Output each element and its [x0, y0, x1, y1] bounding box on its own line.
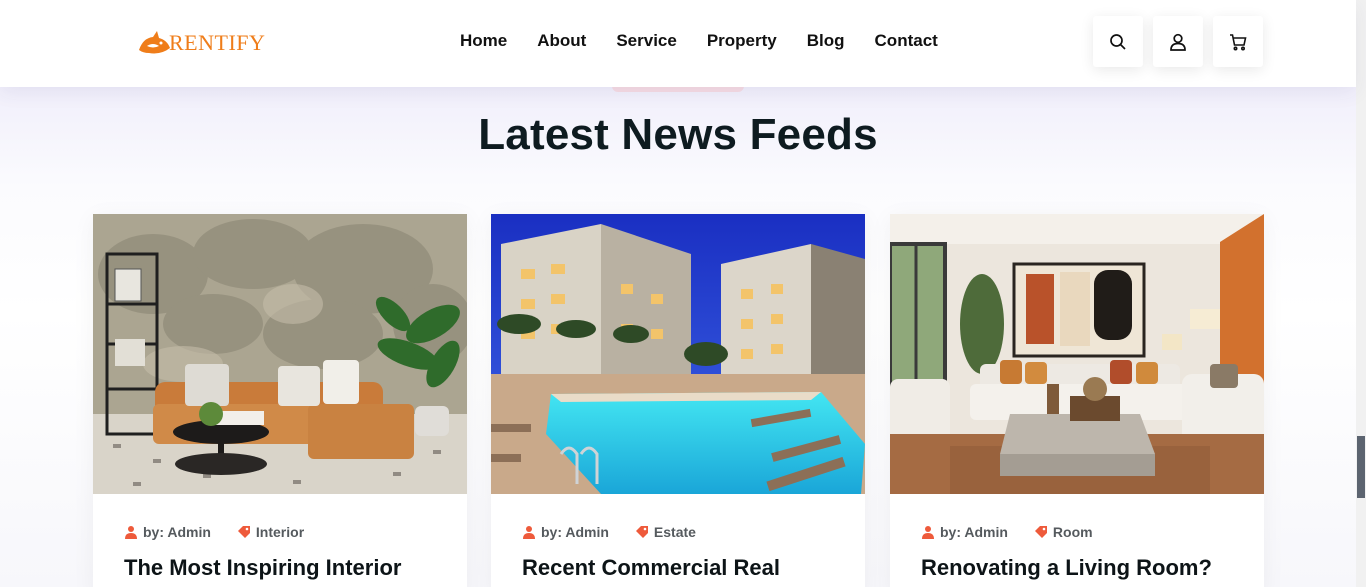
post-title[interactable]: Renovating a Living Room? — [921, 555, 1241, 581]
user-icon — [125, 526, 137, 539]
category-label: Estate — [653, 524, 696, 540]
author-label: by: Admin — [143, 524, 211, 540]
post-image[interactable] — [890, 214, 1264, 494]
blog-card: by: Admin Room Renovating a Living Room? — [890, 214, 1264, 587]
nav-property[interactable]: Property — [707, 31, 777, 51]
search-button[interactable] — [1093, 16, 1143, 67]
user-icon — [922, 526, 934, 539]
tag-icon — [237, 526, 250, 538]
post-category[interactable]: Room — [1034, 524, 1093, 540]
post-meta: by: Admin Estate — [522, 524, 722, 540]
category-label: Interior — [255, 524, 305, 540]
post-image[interactable] — [491, 214, 865, 494]
cart-icon — [1230, 33, 1247, 51]
search-icon — [1110, 33, 1126, 50]
cart-button[interactable] — [1213, 16, 1263, 67]
brand-name: RENTIFY — [169, 30, 266, 55]
blog-card: by: Admin Interior The Most Inspiring In… — [93, 214, 467, 587]
author-label: by: Admin — [940, 524, 1008, 540]
post-category[interactable]: Interior — [237, 524, 304, 540]
post-title[interactable]: The Most Inspiring Interior — [124, 555, 444, 581]
nav-blog[interactable]: Blog — [807, 31, 845, 51]
tag-icon — [1034, 526, 1047, 538]
author-label: by: Admin — [541, 524, 609, 540]
nav-contact[interactable]: Contact — [875, 31, 938, 51]
living-room-photo — [890, 214, 1264, 494]
nav-service[interactable]: Service — [616, 31, 677, 51]
post-title[interactable]: Recent Commercial Real — [522, 555, 842, 581]
tag-icon — [635, 526, 648, 538]
post-meta: by: Admin Interior — [124, 524, 330, 540]
category-label: Room — [1052, 524, 1093, 540]
scrollbar-thumb[interactable] — [1357, 436, 1365, 498]
nav-home[interactable]: Home — [460, 31, 507, 51]
fox-logo-icon — [139, 31, 170, 54]
post-image[interactable] — [93, 214, 467, 494]
nav-about[interactable]: About — [537, 31, 586, 51]
post-author[interactable]: by: Admin — [921, 524, 1008, 540]
section-title: Latest News Feeds — [478, 110, 878, 159]
main-nav: Home About Service Property Blog Contact — [460, 31, 968, 51]
brand-logo[interactable]: RENTIFY — [137, 27, 265, 59]
estate-photo — [491, 214, 865, 494]
post-author[interactable]: by: Admin — [522, 524, 609, 540]
page-scrollbar[interactable] — [1356, 0, 1366, 587]
account-button[interactable] — [1153, 16, 1203, 67]
post-author[interactable]: by: Admin — [124, 524, 211, 540]
post-meta: by: Admin Room — [921, 524, 1119, 540]
post-category[interactable]: Estate — [635, 524, 696, 540]
interior-photo — [93, 214, 467, 494]
user-icon — [523, 526, 535, 539]
blog-card: by: Admin Estate Recent Commercial Real — [491, 214, 865, 587]
site-header: RENTIFY Home About Service Property Blog… — [0, 0, 1356, 87]
user-icon — [1170, 33, 1186, 51]
